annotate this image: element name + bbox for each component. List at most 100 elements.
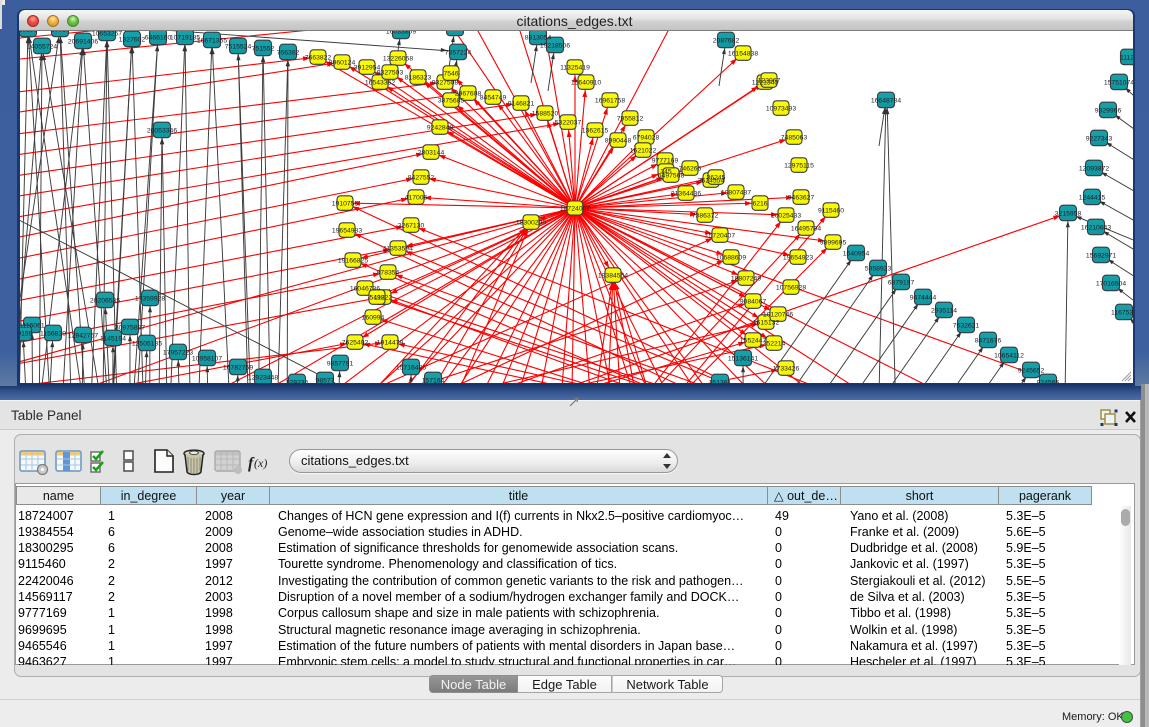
svg-text:19654923: 19654923 <box>783 255 813 262</box>
svg-text:6794028: 6794028 <box>633 135 660 142</box>
svg-text:11353594: 11353594 <box>383 246 413 253</box>
svg-text:20816: 20816 <box>51 31 70 34</box>
svg-text:9115460: 9115460 <box>818 208 844 215</box>
svg-text:9146821: 9146821 <box>508 101 535 108</box>
svg-text:1244415: 1244415 <box>1079 195 1106 202</box>
svg-text:6879197: 6879197 <box>888 280 915 287</box>
svg-text:18724007: 18724007 <box>560 206 590 213</box>
svg-text:1914479: 1914479 <box>377 340 404 347</box>
svg-text:18235: 18235 <box>20 31 38 34</box>
svg-text:16495794: 16495794 <box>791 226 821 233</box>
svg-text:9327503: 9327503 <box>377 70 404 77</box>
svg-text:20691406: 20691406 <box>68 39 98 46</box>
svg-text:15716485: 15716485 <box>396 365 426 372</box>
svg-text:19654983: 19654983 <box>332 228 362 235</box>
svg-text:9245652: 9245652 <box>1018 368 1045 375</box>
svg-text:15136141: 15136141 <box>728 356 758 363</box>
svg-text:7386372: 7386372 <box>692 213 719 220</box>
svg-text:9227343: 9227343 <box>1086 136 1113 143</box>
svg-text:16671355: 16671355 <box>197 38 227 45</box>
svg-text:15720407: 15720407 <box>705 233 735 240</box>
svg-text:1156829: 1156829 <box>40 331 66 338</box>
svg-text:14055724: 14055724 <box>27 44 57 51</box>
svg-text:12942757: 12942757 <box>68 333 98 340</box>
svg-text:1362615: 1362615 <box>582 128 609 135</box>
svg-text:3215958: 3215958 <box>1055 211 1082 218</box>
svg-text:21364436: 21364436 <box>671 191 701 198</box>
svg-text:10807487: 10807487 <box>721 190 751 197</box>
svg-text:15692971: 15692971 <box>1086 253 1116 260</box>
svg-text:160994: 160994 <box>362 315 385 322</box>
svg-text:10756928: 10756928 <box>776 285 806 292</box>
svg-text:8454749: 8454749 <box>480 95 507 102</box>
svg-text:751552: 751552 <box>252 46 275 53</box>
svg-text:8427552: 8427552 <box>408 175 435 182</box>
svg-text:9474444: 9474444 <box>910 295 937 302</box>
svg-text:123967: 123967 <box>758 78 781 85</box>
svg-text:16543362: 16543362 <box>365 80 395 87</box>
svg-text:16033809: 16033809 <box>386 31 416 36</box>
svg-text:98577: 98577 <box>316 378 335 384</box>
svg-text:1733426: 1733426 <box>773 366 800 373</box>
svg-text:18300295: 18300295 <box>516 220 546 227</box>
svg-text:5498: 5498 <box>369 295 384 302</box>
svg-text:16046736: 16046736 <box>350 286 380 293</box>
svg-text:20206535: 20206535 <box>90 298 120 305</box>
svg-text:10958107: 10958107 <box>192 356 222 363</box>
svg-text:19166825: 19166825 <box>338 258 368 265</box>
svg-text:(x): (x) <box>254 456 267 470</box>
svg-text:1145194: 1145194 <box>100 336 126 343</box>
svg-text:924565: 924565 <box>1037 380 1060 384</box>
svg-text:10120746: 10120746 <box>763 312 793 319</box>
svg-text:6216: 6216 <box>752 201 767 208</box>
svg-text:2803144: 2803144 <box>418 150 445 157</box>
svg-text:39159: 39159 <box>20 331 33 338</box>
svg-text:9777169: 9777169 <box>652 158 679 165</box>
svg-text:1327602: 1327602 <box>119 37 146 44</box>
svg-text:1910755: 1910755 <box>332 201 359 208</box>
svg-text:8990448: 8990448 <box>605 138 632 145</box>
svg-text:10688609: 10688609 <box>716 255 746 262</box>
svg-text:1588520: 1588520 <box>532 111 559 118</box>
svg-text:7515524: 7515524 <box>225 44 252 51</box>
svg-text:16648784: 16648784 <box>871 98 901 105</box>
svg-text:5322037: 5322037 <box>555 120 582 127</box>
svg-text:15751074: 15751074 <box>1104 80 1133 87</box>
svg-text:7632621: 7632621 <box>953 323 980 330</box>
svg-text:766382: 766382 <box>277 50 300 57</box>
svg-text:7625402: 7625402 <box>342 340 369 347</box>
svg-text:6466160: 6466160 <box>145 35 172 42</box>
svg-text:8813054: 8813054 <box>525 35 552 42</box>
svg-text:16210643: 16210643 <box>1081 225 1111 232</box>
svg-text:12923448: 12923448 <box>248 375 278 382</box>
svg-text:3267130: 3267130 <box>398 223 425 230</box>
svg-text:17359928: 17359928 <box>135 296 165 303</box>
svg-text:18807249: 18807249 <box>731 276 761 283</box>
svg-text:3875685: 3875685 <box>438 98 465 105</box>
svg-text:129234: 129234 <box>286 380 309 384</box>
svg-text:2935114: 2935114 <box>931 308 957 315</box>
svg-text:12505135: 12505135 <box>132 341 162 348</box>
svg-text:1640954: 1640954 <box>843 251 870 258</box>
svg-text:9327508: 9327508 <box>432 80 459 87</box>
svg-text:881305: 881305 <box>444 31 467 33</box>
svg-text:252214: 252214 <box>763 341 786 348</box>
svg-text:7485063: 7485063 <box>781 135 808 142</box>
svg-text:19218506: 19218506 <box>540 43 570 50</box>
svg-text:1167533: 1167533 <box>1111 310 1133 317</box>
svg-text:16154838: 16154838 <box>728 51 758 58</box>
svg-text:10653267: 10653267 <box>92 31 122 38</box>
svg-text:10025433: 10025433 <box>771 213 801 220</box>
svg-text:9463627: 9463627 <box>788 195 815 202</box>
svg-text:11325419: 11325419 <box>560 65 590 72</box>
svg-text:30975887: 30975887 <box>115 325 145 332</box>
svg-text:1615132: 1615132 <box>753 320 780 327</box>
svg-text:7663822: 7663822 <box>305 55 332 62</box>
svg-text:9084067: 9084067 <box>740 299 767 306</box>
svg-text:13226058: 13226058 <box>383 56 413 63</box>
svg-text:36245: 36245 <box>707 175 726 182</box>
svg-text:7546: 7546 <box>443 71 458 78</box>
svg-text:417006: 417006 <box>405 195 428 202</box>
svg-text:157164: 157164 <box>422 378 445 384</box>
svg-text:746266: 746266 <box>679 166 702 173</box>
